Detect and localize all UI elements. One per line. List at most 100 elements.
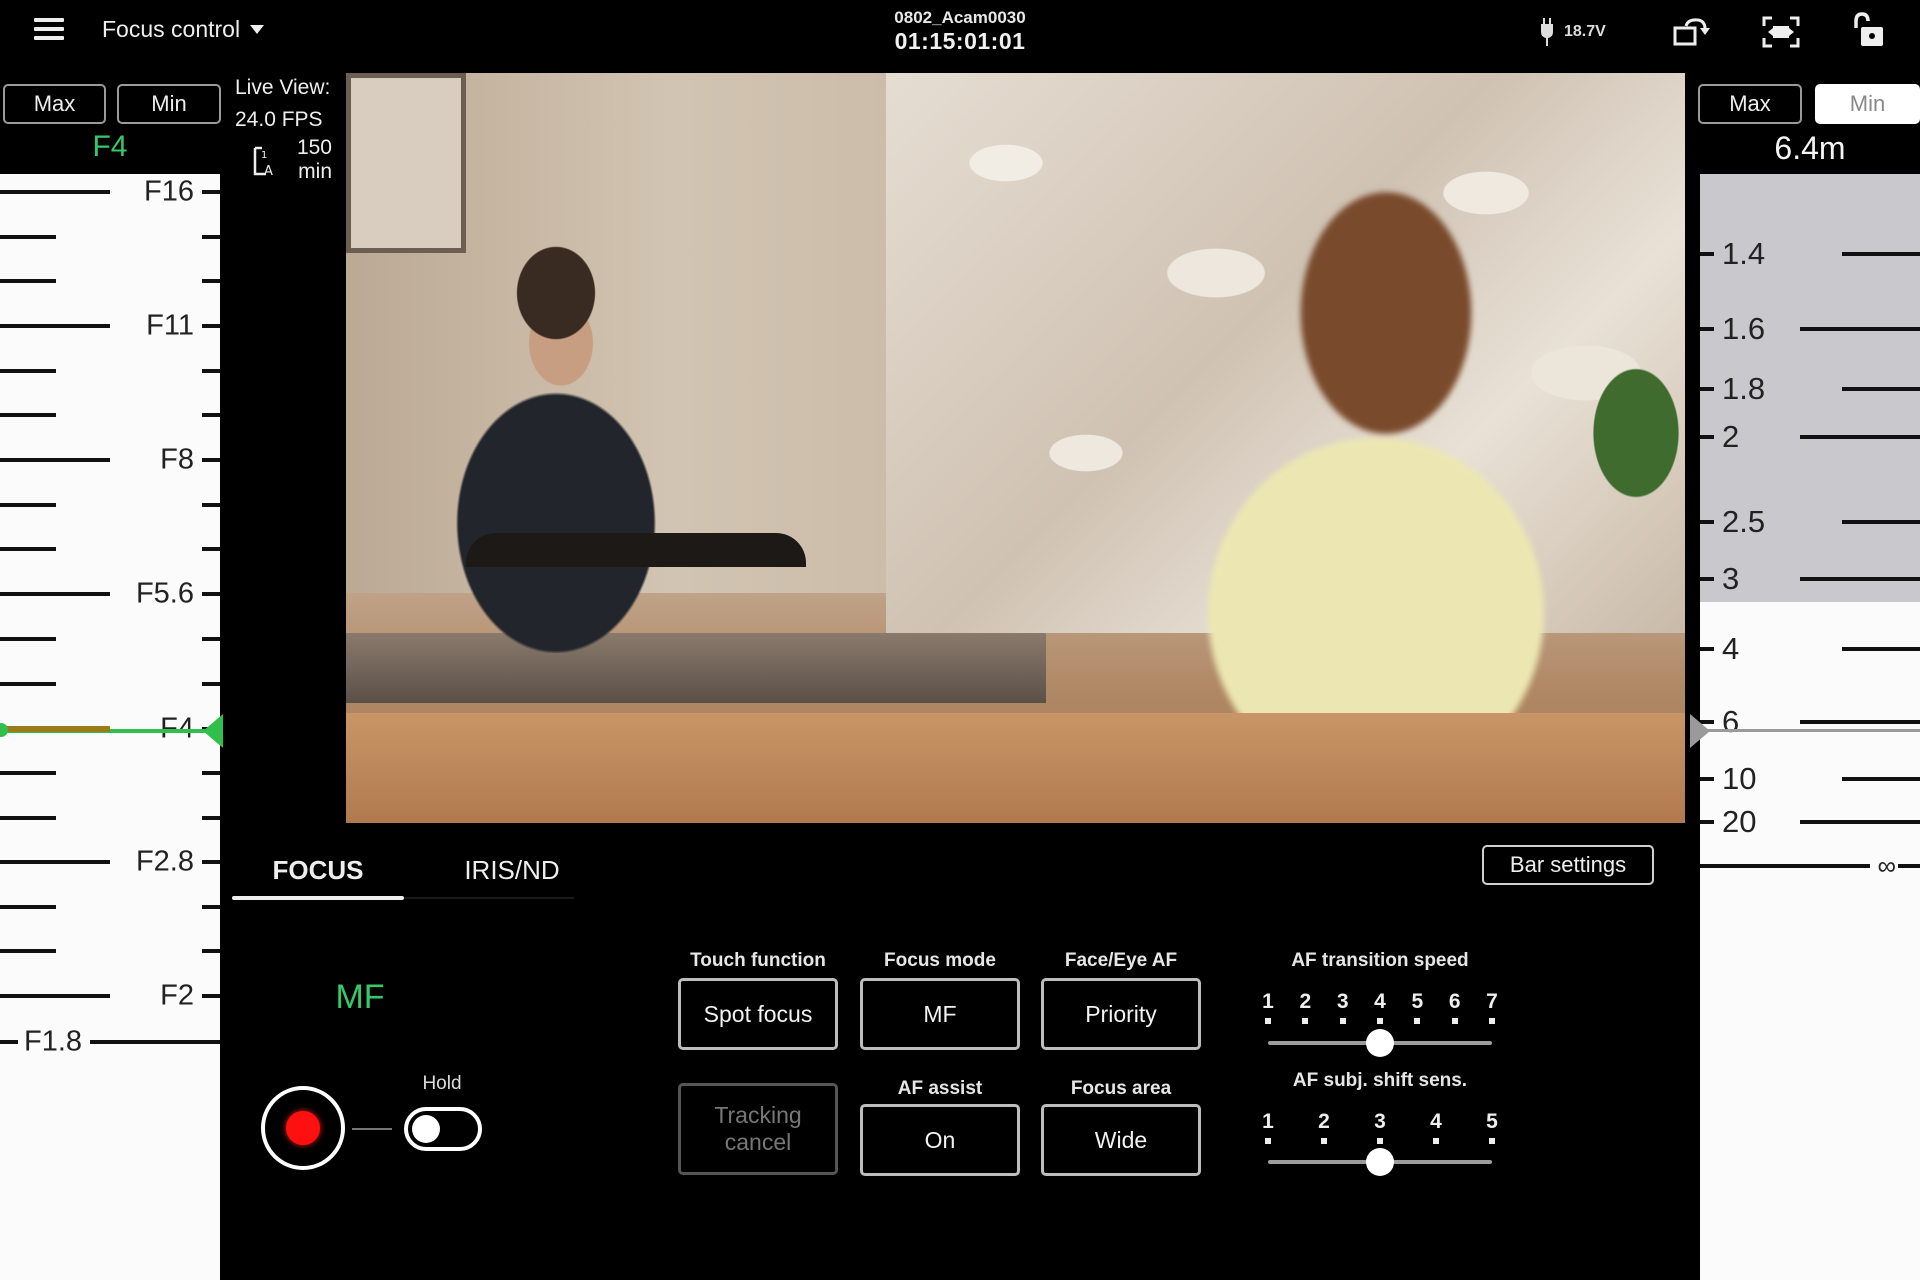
unlock-icon[interactable]: [1850, 12, 1886, 48]
focus-scale-label: 1.8: [1722, 371, 1766, 406]
tracking-cancel-button[interactable]: Tracking cancel: [678, 1083, 838, 1175]
af-transition-speed-step-label[interactable]: 6: [1449, 990, 1461, 1014]
af-transition-speed-step-dot: [1377, 1018, 1383, 1024]
focus-scale-label: ∞: [1877, 850, 1896, 882]
clip-name: 0802_Acam0030: [894, 8, 1026, 27]
iris-minor-tick: [0, 234, 56, 239]
af-transition-speed-step-label[interactable]: 5: [1411, 990, 1423, 1014]
focus-tick: [1700, 435, 1714, 439]
iris-pointer-icon[interactable]: [203, 714, 223, 748]
focus-area-button[interactable]: Wide: [1041, 1104, 1201, 1176]
af-subj-shift-sens-step-dot: [1489, 1138, 1495, 1144]
af-assist-label: AF assist: [897, 1078, 983, 1099]
media-remaining-time: 150 min: [288, 136, 332, 184]
hamburger-menu-icon[interactable]: [34, 18, 64, 44]
live-view-fps: 24.0 FPS: [235, 108, 323, 131]
focus-tick: [1898, 864, 1920, 868]
iris-minor-tick: [202, 682, 220, 686]
iris-minor-tick: [202, 904, 220, 909]
focus-tick: [1800, 577, 1920, 581]
af-subj-shift-sens-step-label[interactable]: 4: [1430, 1110, 1442, 1134]
hold-label: Hold: [422, 1073, 462, 1094]
iris-minor-tick: [202, 502, 220, 507]
focus-tick: [1800, 327, 1920, 331]
iris-scale-label: F8: [160, 443, 194, 476]
iris-minor-tick: [0, 949, 56, 954]
iris-scale-label: F5.6: [135, 577, 194, 610]
focus-tick: [1700, 820, 1714, 824]
focus-tick: [1700, 777, 1714, 781]
memory-card-icon: 1 A: [253, 146, 273, 178]
iris-scale-label: F1.8: [22, 1025, 85, 1059]
focus-scale-label: 3: [1722, 561, 1740, 596]
tab-divider: [404, 897, 574, 899]
iris-minor-tick: [202, 771, 220, 776]
iris-minor-tick: [0, 547, 56, 552]
touch-function-button[interactable]: Spot focus: [678, 978, 838, 1050]
af-subj-shift-sens-step-dot: [1377, 1138, 1383, 1144]
focus-scale-bar[interactable]: 1.4 1.6 1.8 2 2.5 3 4 6 10 20 ∞: [1700, 174, 1920, 1280]
focus-min-button[interactable]: Min: [1815, 84, 1920, 124]
iris-minor-tick: [202, 234, 220, 239]
af-transition-speed-step-label[interactable]: 1: [1262, 990, 1274, 1014]
af-subj-shift-sens-step-label[interactable]: 3: [1374, 1110, 1386, 1134]
af-transition-speed-knob[interactable]: [1366, 1029, 1394, 1057]
iris-scale-label: F2.8: [135, 845, 194, 878]
bar-settings-button[interactable]: Bar settings: [1482, 845, 1654, 885]
record-icon: [286, 1111, 320, 1145]
af-assist-button[interactable]: On: [860, 1104, 1020, 1176]
iris-scale-label: F16: [144, 175, 194, 208]
focus-tick: [1800, 720, 1920, 724]
iris-max-button[interactable]: Max: [3, 84, 106, 124]
af-subj-shift-sens-knob[interactable]: [1366, 1148, 1394, 1176]
af-transition-speed-step-dot: [1451, 1018, 1458, 1024]
media-remaining-unit: min: [298, 160, 332, 183]
iris-current-value: F4: [92, 130, 128, 163]
iris-major-tick: [0, 592, 110, 596]
focus-scale-label: 4: [1722, 631, 1740, 666]
iris-minor-tick: [0, 682, 56, 686]
iris-minor-tick: [0, 368, 56, 373]
iris-major-tick: [202, 458, 220, 462]
iris-minor-tick: [202, 547, 220, 552]
hold-toggle[interactable]: [404, 1107, 482, 1151]
af-transition-speed-step-label[interactable]: 4: [1374, 990, 1386, 1014]
timecode: 01:15:01:01: [894, 28, 1026, 54]
af-subj-shift-sens-step-label[interactable]: 2: [1318, 1110, 1330, 1134]
rotate-screen-icon[interactable]: [1672, 16, 1712, 48]
iris-major-tick: [202, 190, 220, 194]
face-eye-af-button[interactable]: Priority: [1041, 978, 1201, 1050]
iris-major-tick: [202, 860, 220, 864]
focus-pointer-icon[interactable]: [1690, 714, 1710, 748]
tab-focus[interactable]: FOCUS: [232, 840, 404, 900]
mode-dropdown-label: Focus control: [102, 16, 241, 42]
focus-mode-button[interactable]: MF: [860, 978, 1020, 1050]
mode-dropdown[interactable]: Focus control: [102, 16, 265, 43]
iris-major-tick: [0, 1040, 18, 1044]
tab-iris-nd[interactable]: IRIS/ND: [432, 840, 592, 900]
battery-status: 18.7V: [1540, 18, 1606, 46]
fit-screen-icon[interactable]: [1762, 16, 1800, 48]
live-view-image[interactable]: [346, 73, 1685, 823]
af-transition-speed-step-dot: [1414, 1018, 1421, 1024]
scene-picture-frame: [346, 73, 466, 253]
focus-tick: [1700, 520, 1714, 524]
iris-minor-tick: [202, 279, 220, 284]
chevron-down-icon: [250, 25, 265, 34]
focus-tick: [1700, 387, 1714, 391]
af-subj-shift-sens-step-label[interactable]: 5: [1486, 1110, 1498, 1134]
iris-scale-label: F2: [160, 979, 194, 1012]
af-transition-speed-step-dot: [1339, 1018, 1346, 1024]
focus-area-label: Focus area: [1070, 1078, 1172, 1099]
focus-tick: [1800, 435, 1920, 439]
af-transition-speed-step-label[interactable]: 7: [1486, 990, 1498, 1014]
focus-max-button[interactable]: Max: [1698, 84, 1802, 124]
focus-distance-value: 6.4m: [1774, 130, 1846, 166]
af-subj-shift-sens-step-label[interactable]: 1: [1262, 1110, 1274, 1134]
record-button[interactable]: [261, 1086, 345, 1170]
af-transition-speed-step-label[interactable]: 2: [1299, 990, 1311, 1014]
iris-min-button[interactable]: Min: [117, 84, 221, 124]
af-transition-speed-step-dot: [1489, 1018, 1495, 1024]
af-transition-speed-step-label[interactable]: 3: [1337, 990, 1349, 1014]
focus-tick: [1700, 647, 1714, 651]
